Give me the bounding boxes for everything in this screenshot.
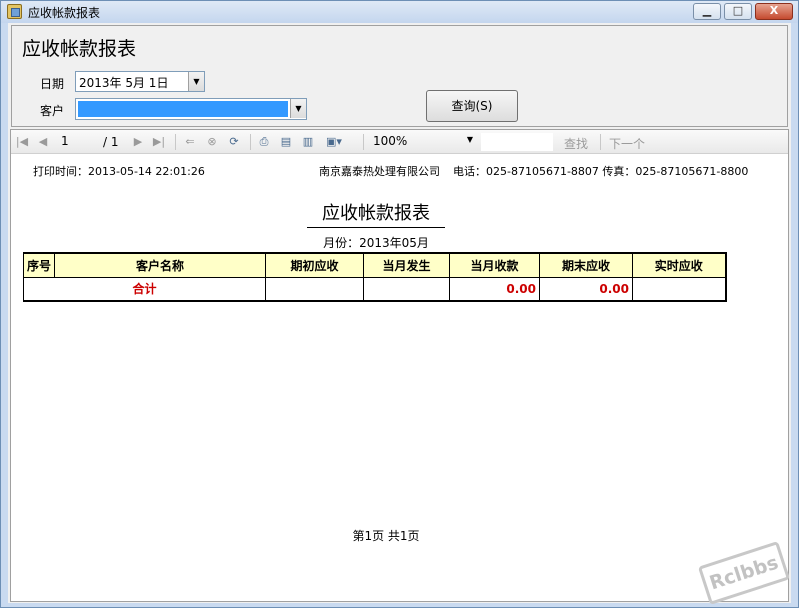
page-setup-icon[interactable]: ▤ xyxy=(279,134,293,149)
date-value: 2013年 5月 1日 xyxy=(79,76,169,90)
chevron-down-icon[interactable]: ▼ xyxy=(290,99,306,118)
date-label: 日期 xyxy=(40,77,65,91)
viewer-toolbar: |◀ ◀ 1 / 1 ▶ ▶| ⇐ ⊗ ⟳ ⎙ ▤ ▥ ▣▾ 100% ▼ 查找… xyxy=(11,130,788,154)
total-closing: 0.00 xyxy=(539,276,633,302)
close-button[interactable]: X xyxy=(755,3,793,20)
maximize-button[interactable]: □ xyxy=(724,3,752,20)
refresh-icon[interactable]: ⟳ xyxy=(227,134,241,149)
stop-icon[interactable]: ⊗ xyxy=(205,134,219,149)
filter-panel: 应收帐款报表 日期 2013年 5月 1日 ▼ 客户 ▼ 查询(S) xyxy=(11,25,788,127)
prev-page-icon[interactable]: ◀ xyxy=(36,134,50,149)
toolbar-separator xyxy=(175,134,176,150)
print-time: 打印时间：2013-05-14 22:01:26 xyxy=(33,165,205,178)
page-total: / 1 xyxy=(103,135,119,149)
column-header: 实时应收 xyxy=(632,252,727,278)
customer-label: 客户 xyxy=(40,104,65,118)
column-header: 期末应收 xyxy=(539,252,633,278)
minimize-button[interactable]: ▁ xyxy=(693,3,721,20)
zoom-value: 100% xyxy=(373,134,408,148)
find-next-button[interactable]: 下一个 xyxy=(609,135,645,152)
customer-dropdown[interactable]: ▼ xyxy=(75,98,307,120)
find-input[interactable] xyxy=(481,133,553,151)
title-bar[interactable]: 应收帐款报表 ▁ □ X xyxy=(1,1,798,23)
page-number-input[interactable]: 1 xyxy=(57,133,97,151)
chevron-down-icon[interactable]: ▼ xyxy=(188,72,204,91)
print-icon[interactable]: ⎙ xyxy=(257,134,271,149)
toolbar-separator xyxy=(600,134,601,150)
total-current xyxy=(363,276,450,302)
window-title: 应收帐款报表 xyxy=(28,6,101,20)
report-title: 应收帐款报表 xyxy=(307,199,445,228)
print-layout-icon[interactable]: ▥ xyxy=(301,134,315,149)
find-button[interactable]: 查找 xyxy=(564,135,588,152)
total-received: 0.00 xyxy=(449,276,540,302)
query-button[interactable]: 查询(S) xyxy=(426,90,518,122)
company-name: 南京嘉泰热处理有限公司 xyxy=(319,165,440,178)
table-header-row: 序号 客户名称 期初应收 当月发生 当月收款 期末应收 实时应收 xyxy=(23,252,727,278)
column-header: 期初应收 xyxy=(265,252,364,278)
report-page: 打印时间：2013-05-14 22:01:26 南京嘉泰热处理有限公司 电话：… xyxy=(11,155,788,601)
zoom-dropdown[interactable]: 100% ▼ xyxy=(371,133,479,151)
receivables-table: 序号 客户名称 期初应收 当月发生 当月收款 期末应收 实时应收 合计 0.00… xyxy=(23,252,727,302)
page-footer: 第1页 共1页 xyxy=(352,529,420,543)
first-page-icon[interactable]: |◀ xyxy=(15,134,29,149)
report-month: 月份：2013年05月 xyxy=(323,236,429,250)
total-opening xyxy=(265,276,364,302)
total-label: 合计 xyxy=(23,276,266,302)
toolbar-separator xyxy=(363,134,364,150)
back-icon[interactable]: ⇐ xyxy=(183,134,197,149)
next-page-icon[interactable]: ▶ xyxy=(131,134,145,149)
app-window: 应收帐款报表 ▁ □ X 应收帐款报表 日期 2013年 5月 1日 ▼ 客户 … xyxy=(0,0,799,608)
export-icon[interactable]: ▣▾ xyxy=(323,134,345,149)
last-page-icon[interactable]: ▶| xyxy=(152,134,166,149)
form-heading: 应收帐款报表 xyxy=(22,38,137,60)
toolbar-separator xyxy=(250,134,251,150)
client-area: 应收帐款报表 日期 2013年 5月 1日 ▼ 客户 ▼ 查询(S) |◀ ◀ … xyxy=(8,23,791,603)
total-realtime xyxy=(632,276,727,302)
column-header: 客户名称 xyxy=(54,252,266,278)
contact-info: 电话：025-87105671-8807 传真：025-87105671-880… xyxy=(453,165,749,178)
column-header: 当月发生 xyxy=(363,252,450,278)
column-header: 序号 xyxy=(23,252,55,278)
report-viewer: |◀ ◀ 1 / 1 ▶ ▶| ⇐ ⊗ ⟳ ⎙ ▤ ▥ ▣▾ 100% ▼ 查找… xyxy=(10,129,789,602)
date-picker[interactable]: 2013年 5月 1日 ▼ xyxy=(75,71,205,92)
app-icon xyxy=(7,4,22,19)
total-row: 合计 0.00 0.00 xyxy=(23,276,727,302)
column-header: 当月收款 xyxy=(449,252,540,278)
customer-selection xyxy=(78,101,288,117)
chevron-down-icon: ▼ xyxy=(466,135,473,144)
